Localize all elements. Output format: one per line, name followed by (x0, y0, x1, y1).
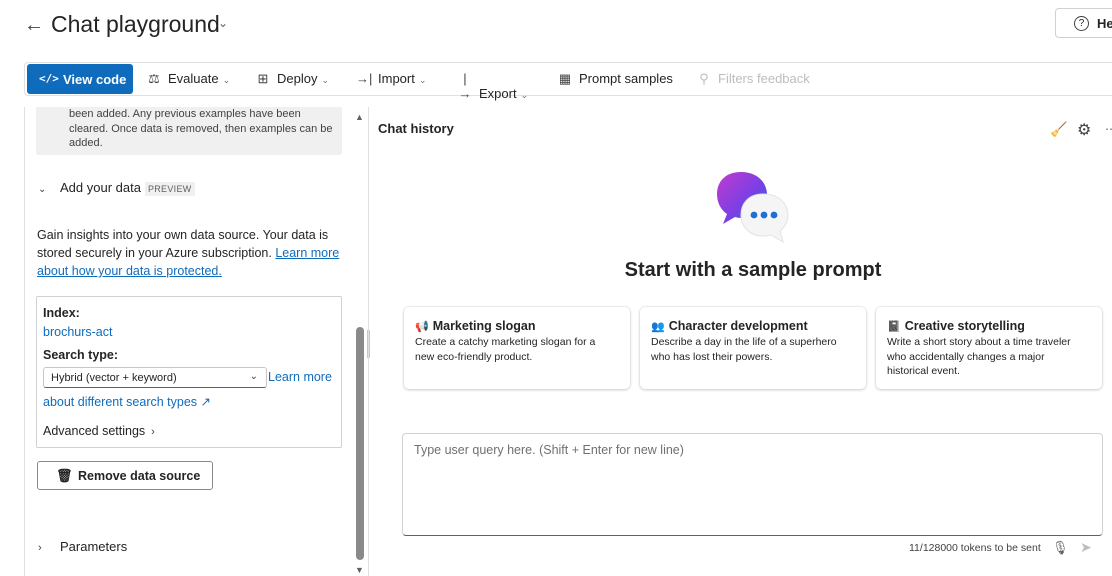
add-data-label: Add your data (60, 180, 141, 195)
chevron-down-icon: ⌄ (222, 75, 231, 85)
sample-card-title-text: Marketing slogan (432, 319, 536, 333)
scroll-up-arrow-icon[interactable]: ▲ (355, 112, 364, 122)
page-title: Chat playground (51, 11, 220, 37)
gear-icon[interactable]: ⚙ (1077, 120, 1091, 140)
view-code-button[interactable]: </> View code (27, 64, 133, 94)
import-icon: →| (356, 71, 373, 86)
people-icon: 👥 (651, 321, 665, 333)
chat-bubbles-logo-icon (717, 172, 789, 244)
deploy-label: Deploy (277, 71, 318, 86)
search-type-dropdown[interactable]: Hybrid (vector + keyword) ⌄ (43, 367, 267, 388)
view-code-label: View code (63, 72, 127, 87)
help-button-label: He (1097, 16, 1112, 31)
scrollbar-thumb[interactable] (356, 327, 364, 560)
add-your-data-section-toggle[interactable]: ⌄ Add your data PREVIEW (38, 180, 195, 196)
filter-icon: ⚲ (699, 71, 709, 86)
grid-icon: ▦ (558, 71, 572, 86)
advanced-settings-link[interactable]: Advanced settings › (43, 424, 155, 438)
scroll-down-arrow-icon[interactable]: ▼ (355, 565, 364, 575)
search-types-link-text: about different search types (43, 395, 198, 409)
advanced-settings-label: Advanced settings (43, 424, 146, 438)
index-link[interactable]: brochurs-act (43, 325, 112, 339)
start-sample-prompt-heading: Start with a sample prompt (624, 259, 882, 281)
setup-panel: been added. Any previous examples have b… (24, 107, 368, 576)
remove-data-source-label: Remove data source (78, 469, 201, 483)
search-type-value: Hybrid (vector + keyword) (51, 372, 177, 384)
back-arrow-icon[interactable]: ← (24, 15, 44, 35)
megaphone-icon: 📢 (415, 321, 429, 333)
help-button[interactable]: ? He (1055, 8, 1112, 38)
sample-prompt-card[interactable]: 📓 Creative storytelling Write a short sto… (876, 307, 1102, 389)
setup-panel-scrollbar[interactable]: ▲ ▼ (353, 112, 367, 576)
scale-icon: ⚖ (148, 71, 160, 86)
external-link-icon: ↗ (200, 395, 212, 409)
token-count: 11/128000 tokens to be sent (909, 542, 1041, 554)
export-icon: |→ (458, 71, 472, 101)
chevron-down-icon: ⌄ (321, 75, 330, 85)
chevron-down-icon: ⌄ (520, 90, 529, 100)
add-data-description: Gain insights into your own data source.… (37, 226, 343, 280)
chevron-down-icon: ⌄ (38, 184, 47, 195)
sample-card-title: 📢 Marketing slogan (415, 319, 536, 333)
search-type-label: Search type: (43, 348, 119, 362)
code-icon: </> (39, 72, 59, 85)
sample-prompt-card[interactable]: 👥 Character development Describe a day in… (640, 307, 866, 389)
remove-data-source-button[interactable]: 🗑 Remove data source (37, 461, 213, 490)
sample-card-title-text: Character development (668, 319, 808, 333)
prompt-samples-button[interactable]: ▦ Prompt samples (557, 71, 673, 87)
sample-card-title: 👥 Character development (651, 319, 808, 333)
send-icon[interactable]: ➤ (1080, 539, 1092, 556)
chevron-right-icon: › (151, 426, 155, 438)
search-types-link[interactable]: about different search types ↗ (43, 394, 211, 409)
export-button[interactable]: |→ Export ⌄ (457, 71, 529, 101)
chevron-down-icon: ⌄ (249, 371, 258, 382)
export-label: Export (479, 86, 517, 101)
parameters-label: Parameters (60, 539, 128, 554)
microphone-icon[interactable]: 🎙 (1052, 540, 1069, 556)
title-chevron-down-icon[interactable]: ⌄ (218, 16, 228, 30)
sample-prompt-card[interactable]: 📢 Marketing slogan Create a catchy market… (404, 307, 630, 389)
preview-badge: PREVIEW (144, 182, 195, 196)
learn-more-link[interactable]: Learn more (268, 370, 332, 384)
parameters-section-toggle[interactable]: › Parameters (38, 539, 127, 554)
page-header: ← Chat playground ⌄ ? He (0, 0, 1112, 56)
index-label: Index: (43, 306, 80, 320)
trash-icon: 🗑 (56, 468, 73, 483)
deploy-icon: ⊞ (257, 71, 269, 86)
more-options-icon[interactable]: ⋯ (1105, 122, 1112, 136)
toolbar: </> View code ⚖ Evaluate ⌄ ⊞ Deploy ⌄ →| Impo… (24, 62, 1112, 101)
query-placeholder: Type user query here. (Shift + Enter for… (414, 443, 684, 457)
deploy-button[interactable]: ⊞ Deploy ⌄ (255, 71, 329, 87)
sample-card-description: Create a catchy marketing slogan for a n… (415, 336, 596, 363)
sample-card-description: Describe a day in the life of a superher… (651, 336, 837, 363)
user-query-input[interactable]: Type user query here. (Shift + Enter for… (402, 433, 1103, 536)
evaluate-button[interactable]: ⚖ Evaluate ⌄ (146, 71, 230, 87)
panel-resize-handle[interactable] (367, 330, 370, 358)
examples-note: been added. Any previous examples have b… (36, 107, 342, 155)
clear-chat-broom-icon[interactable]: 🧹 (1050, 121, 1067, 138)
filters-feedback-button[interactable]: ⚲ Filters feedback (696, 71, 810, 87)
data-source-box: Index: brochurs-act Search type: Hybrid … (36, 296, 342, 448)
import-label: Import (378, 71, 415, 86)
sample-card-title-text: Creative storytelling (904, 319, 1025, 333)
chat-history-title: Chat history (378, 121, 454, 136)
notebook-icon: 📓 (887, 321, 901, 333)
prompt-samples-label: Prompt samples (579, 71, 673, 86)
help-icon: ? (1074, 16, 1089, 31)
evaluate-label: Evaluate (168, 71, 219, 86)
import-button[interactable]: →| Import ⌄ (356, 71, 426, 86)
sample-card-description: Write a short story about a time travele… (887, 336, 1071, 377)
filters-feedback-label: Filters feedback (718, 71, 810, 86)
chevron-right-icon: › (38, 542, 42, 554)
chevron-down-icon: ⌄ (418, 75, 427, 85)
sample-card-title: 📓 Creative storytelling (887, 319, 1025, 333)
